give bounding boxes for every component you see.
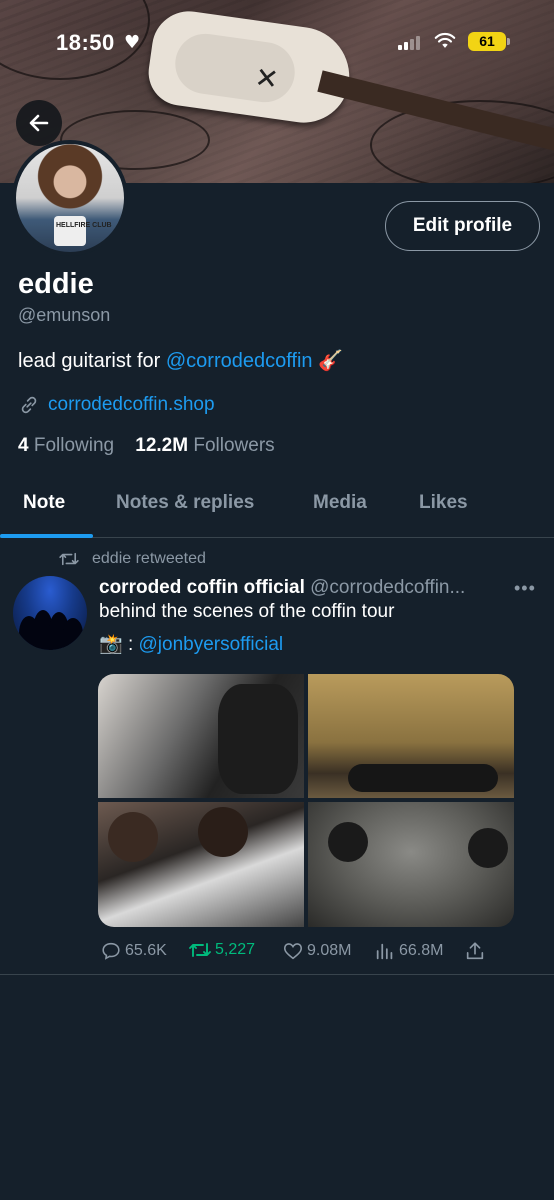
tweet-credit: 📸 : @jonbyersofficial (99, 632, 283, 656)
status-bar: 18:50 ♥ 61 (0, 30, 554, 56)
tweet-divider (0, 974, 554, 975)
media-photo-2[interactable] (308, 674, 514, 798)
tweet-handle[interactable]: @corrodedcoffin... (310, 577, 465, 598)
status-time: 18:50 (56, 30, 115, 55)
link-icon (21, 396, 37, 414)
avatar-shirt (54, 216, 86, 246)
views-count: 66.8M (399, 942, 444, 959)
wifi-icon (434, 32, 456, 48)
like-count: 9.08M (307, 942, 352, 959)
followers-link[interactable]: 12.2M Followers (135, 435, 274, 456)
photo-shape (218, 684, 298, 794)
share-button[interactable] (464, 940, 486, 962)
active-tab-indicator (0, 534, 93, 538)
retweet-icon (59, 552, 79, 566)
profile-bio: lead guitarist for @corrodedcoffin 🎸 (18, 348, 343, 373)
tweet-author-avatar[interactable] (13, 576, 87, 650)
back-arrow-icon (29, 114, 49, 132)
reply-button[interactable]: 65.6K (100, 940, 167, 962)
back-button[interactable] (16, 100, 62, 146)
tweet-actions: 65.6K 5,227 9.08M 66.8M (100, 940, 500, 964)
photo-shape (468, 828, 508, 868)
photo-shape (348, 764, 498, 792)
guitar-emoji: 🎸 (318, 350, 344, 372)
profile-tabs: Note Notes & replies Media Likes (0, 470, 554, 538)
reply-count: 65.6K (125, 942, 167, 959)
following-label: Following (33, 435, 115, 456)
retweeted-by-text: eddie retweeted (92, 550, 206, 567)
profile-handle: @emunson (18, 305, 111, 325)
reply-icon (102, 942, 120, 960)
like-icon (283, 943, 303, 960)
tweet-media-grid (98, 674, 514, 927)
bio-mention-link[interactable]: @corrodedcoffin (166, 350, 313, 372)
tab-media[interactable]: Media (313, 492, 367, 514)
follow-stats: 4 Following 12.2M Followers (18, 435, 275, 457)
signal-icon (398, 36, 420, 50)
retweet-context[interactable]: eddie retweeted (58, 550, 206, 568)
photo-shape (328, 822, 368, 862)
profile-website[interactable]: corrodedcoffin.shop (18, 394, 215, 416)
avatar-silhouette (63, 618, 83, 650)
profile-name: eddie (18, 268, 94, 300)
media-photo-4[interactable] (308, 802, 514, 927)
tab-likes[interactable]: Likes (419, 492, 468, 514)
media-photo-1[interactable] (98, 674, 304, 798)
share-icon (466, 942, 484, 960)
tweet-header: corroded coffin official @corrodedcoffin… (99, 577, 539, 599)
avatar-shirt-text: HELLFIRE CLUB (56, 222, 112, 229)
credit-separator: : (122, 634, 139, 655)
followers-count: 12.2M (135, 435, 189, 456)
profile-avatar[interactable]: HELLFIRE CLUB (12, 140, 128, 256)
edit-profile-button[interactable]: Edit profile (385, 201, 540, 251)
like-button[interactable]: 9.08M (282, 940, 351, 962)
tab-notes-replies[interactable]: Notes & replies (116, 492, 254, 514)
heart-icon: ♥ (124, 32, 141, 53)
views-button[interactable]: 66.8M (374, 940, 443, 962)
retweet-button[interactable]: 5,227 (188, 940, 255, 960)
camera-emoji: 📸 (99, 634, 123, 655)
photo-shape (108, 812, 158, 862)
tab-notes[interactable]: Note (23, 492, 65, 514)
more-options-icon[interactable]: ••• (514, 578, 536, 599)
media-photo-3[interactable] (98, 802, 304, 927)
retweet-icon (189, 943, 211, 957)
photo-shape (198, 807, 248, 857)
followers-label: Followers (193, 435, 275, 456)
credit-mention-link[interactable]: @jonbyersofficial (139, 634, 284, 655)
bio-text: lead guitarist for (18, 350, 166, 372)
guitar-sticker: ✕ (252, 60, 281, 97)
battery-indicator: 61 (468, 32, 510, 51)
retweet-count: 5,227 (215, 941, 256, 958)
views-icon (376, 943, 393, 960)
tweet-display-name[interactable]: corroded coffin official (99, 577, 305, 598)
following-link[interactable]: 4 Following (18, 435, 114, 456)
tweet-text: behind the scenes of the coffin tour (99, 601, 395, 622)
following-count: 4 (18, 435, 29, 456)
website-link[interactable]: corrodedcoffin.shop (48, 394, 215, 416)
